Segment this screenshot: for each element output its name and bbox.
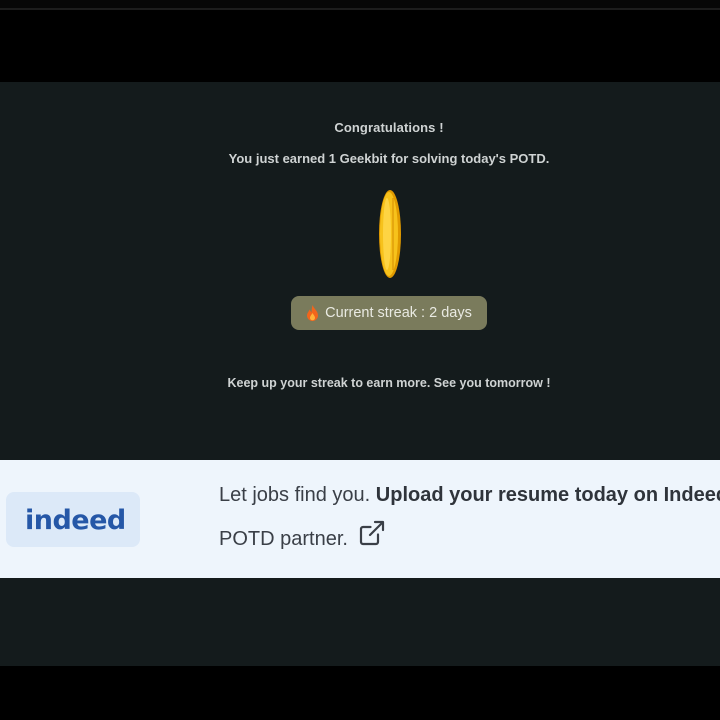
fire-icon — [307, 305, 319, 321]
congrats-title: Congratulations ! — [334, 120, 444, 135]
indeed-logo-text: indeed — [25, 505, 126, 536]
top-black-band — [0, 10, 720, 82]
current-streak-badge: Current streak : 2 days — [291, 296, 487, 330]
potd-success-panel: Congratulations ! You just earned 1 Geek… — [0, 82, 720, 460]
indeed-logo[interactable]: indeed — [6, 492, 140, 547]
geekbit-earned-message: You just earned 1 Geekbit for solving to… — [228, 151, 550, 166]
banner-text-line2: POTD partner. — [219, 520, 386, 551]
top-edge — [0, 0, 720, 8]
keep-streak-message: Keep up your streak to earn more. See yo… — [227, 376, 551, 390]
banner-partner-text: POTD partner. — [219, 528, 348, 550]
banner-text-plain: Let jobs find you. — [219, 484, 376, 506]
geekbit-coin-icon — [379, 190, 401, 278]
external-link-icon[interactable] — [358, 519, 386, 547]
bottom-panel — [0, 578, 720, 666]
banner-text-bold: Upload your resume today on Indeed — [375, 484, 720, 506]
bottom-black-band — [0, 666, 720, 720]
partner-banner[interactable]: indeed Let jobs find you. Upload your re… — [0, 460, 720, 578]
streak-label: Current streak : 2 days — [325, 305, 472, 321]
banner-text-line1: Let jobs find you. Upload your resume to… — [219, 484, 720, 507]
